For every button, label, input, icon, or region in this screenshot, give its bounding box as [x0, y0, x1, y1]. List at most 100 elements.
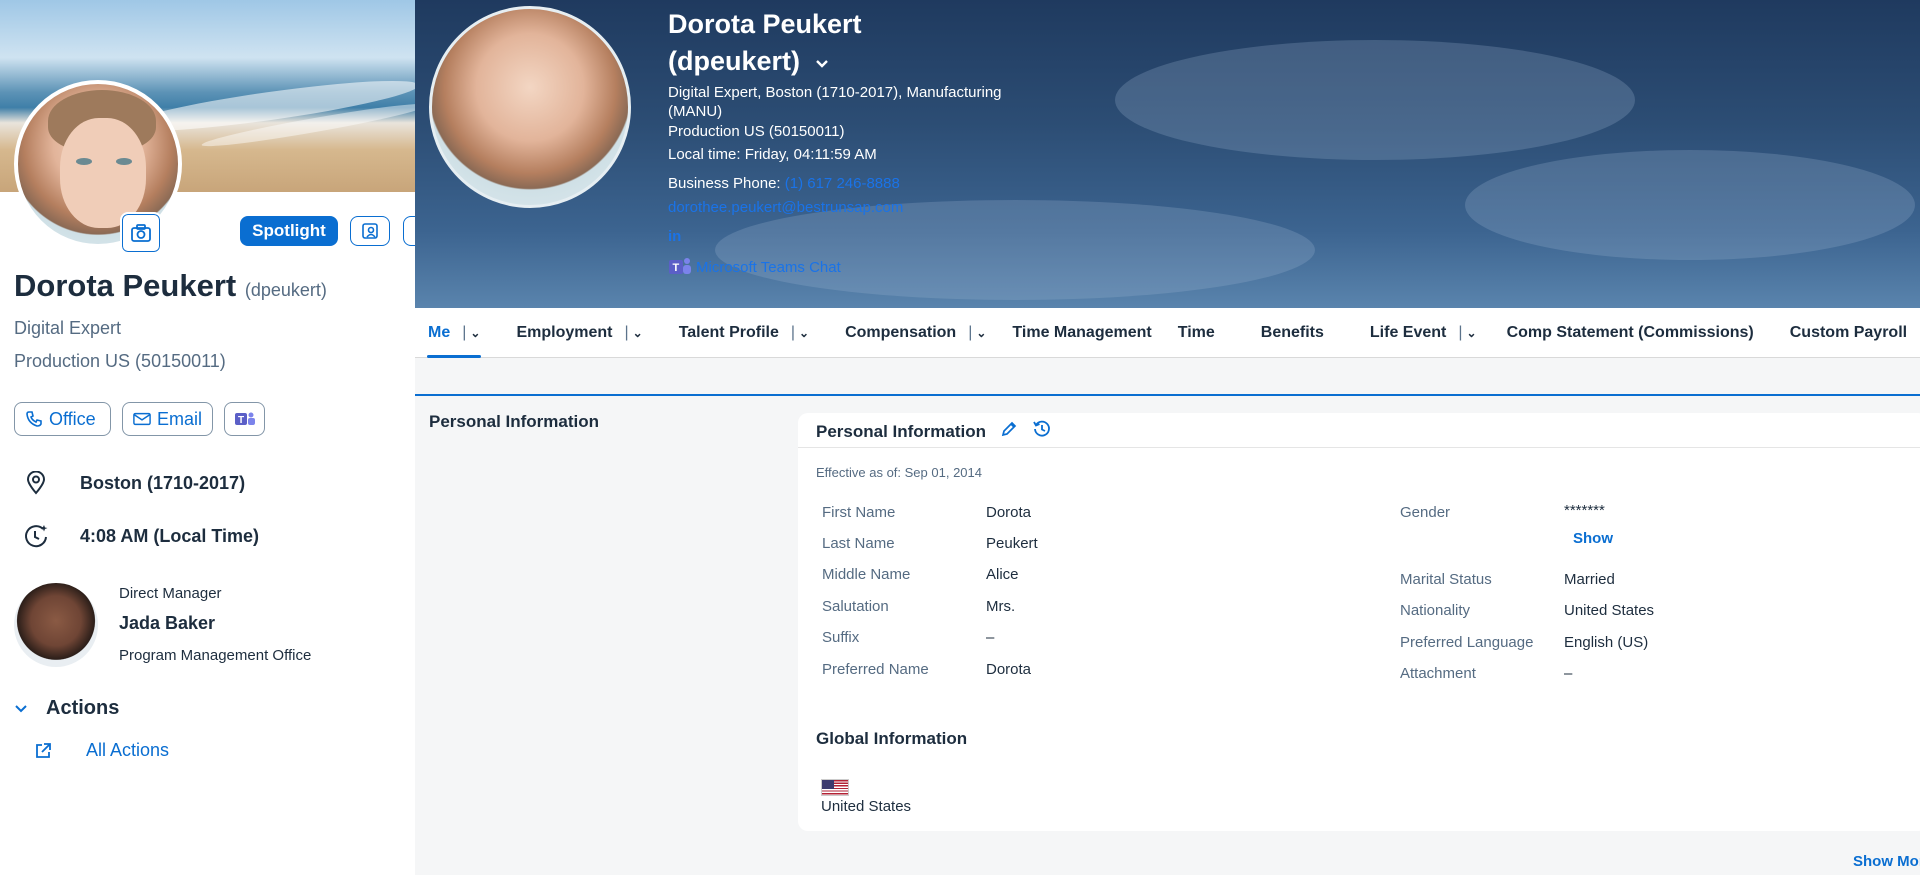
header-department: Production US (50150011)	[668, 123, 845, 140]
tab-compensation[interactable]: Compensation | ⌄	[832, 308, 999, 358]
show-more-link[interactable]: Show More	[1853, 853, 1920, 870]
us-flag-icon	[821, 779, 849, 796]
pencil-icon	[1001, 421, 1017, 437]
tab-comp-statement[interactable]: Comp Statement (Commissions)	[1494, 308, 1767, 358]
section-nav-personal-info[interactable]: Personal Information	[429, 412, 599, 432]
field-label: First Name	[822, 504, 896, 521]
office-label: Office	[49, 408, 96, 429]
teams-chat-label: Microsoft Teams Chat	[696, 258, 841, 276]
chevron-down-icon	[15, 704, 27, 712]
field-label: Nationality	[1400, 602, 1471, 619]
chevron-down-icon[interactable]: ⌄	[976, 326, 986, 340]
clock-icon	[25, 525, 48, 548]
history-icon	[1033, 420, 1050, 437]
org-chart-button[interactable]	[350, 216, 390, 246]
tab-separator: |	[462, 323, 467, 341]
profile-title: Digital Expert	[14, 318, 122, 338]
svg-text:T: T	[673, 262, 680, 274]
tab-benefits[interactable]: Benefits	[1248, 308, 1337, 358]
field-label: Middle Name	[822, 566, 911, 583]
card-header: Personal Information	[816, 419, 1052, 444]
manager-avatar[interactable]	[14, 583, 98, 667]
effective-date: Effective as of: Sep 01, 2014	[816, 465, 982, 480]
profile-name-text: Dorota Peukert	[14, 268, 237, 303]
actions-toggle[interactable]: Actions	[14, 697, 119, 720]
tab-separator: |	[968, 323, 973, 341]
field-label: Marital Status	[1400, 571, 1492, 588]
email-link[interactable]: dorothee.peukert@bestrunsap.com	[668, 199, 903, 216]
card-divider	[798, 447, 1920, 448]
tab-me[interactable]: Me | ⌄	[415, 308, 493, 358]
more-button[interactable]	[403, 216, 415, 246]
gender-label: Gender	[1400, 504, 1451, 521]
teams-icon: T	[669, 258, 691, 274]
chevron-down-icon[interactable]: ⌄	[799, 326, 809, 340]
tab-custom-payroll[interactable]: Custom Payroll	[1777, 308, 1920, 358]
profile-username: (dpeukert)	[244, 280, 327, 300]
header-subtitle-1: Digital Expert, Boston (1710-2017), Manu…	[668, 84, 1002, 101]
tab-label: Time	[1177, 323, 1215, 341]
office-call-button[interactable]: Office	[14, 402, 111, 436]
field-label: Suffix	[822, 629, 860, 646]
manager-name[interactable]: Jada Baker	[119, 613, 215, 634]
email-button[interactable]: Email	[122, 402, 213, 436]
header-name: Dorota Peukert (dpeukert)	[668, 6, 862, 80]
header-avatar	[429, 6, 631, 208]
linkedin-link[interactable]: in	[668, 228, 681, 245]
tab-label: Life Event	[1369, 323, 1447, 341]
tab-talent-profile[interactable]: Talent Profile | ⌄	[666, 308, 822, 358]
tab-time[interactable]: Time	[1165, 308, 1228, 358]
header-name-line2[interactable]: (dpeukert)	[668, 43, 862, 80]
local-time-row: 4:08 AM (Local Time)	[22, 522, 259, 550]
tab-label: Time Management	[1012, 323, 1152, 341]
change-photo-button[interactable]	[120, 212, 162, 254]
location-pin-icon	[26, 471, 46, 495]
location-text: Boston (1710-2017)	[80, 472, 246, 493]
tab-label: Talent Profile	[678, 323, 779, 341]
manager-label: Direct Manager	[119, 585, 222, 602]
country-name: United States	[821, 798, 912, 815]
mail-icon	[133, 412, 151, 426]
chevron-down-icon[interactable]: ⌄	[470, 326, 480, 340]
chevron-down-icon[interactable]: ⌄	[633, 326, 643, 340]
field-label: Preferred Name	[822, 661, 929, 678]
phone-link[interactable]: (1) 617 246-8888	[785, 175, 900, 192]
field-value: –	[986, 629, 995, 646]
spotlight-button[interactable]: Spotlight	[240, 216, 338, 246]
profile-panel: Spotlight Dorota Peukert (dpeukert) Digi…	[0, 0, 415, 875]
tab-label: Benefits	[1260, 323, 1324, 341]
show-gender-link[interactable]: Show	[1573, 530, 1613, 547]
field-label: Salutation	[822, 598, 889, 615]
tab-time-management[interactable]: Time Management	[999, 308, 1164, 358]
profile-name: Dorota Peukert (dpeukert)	[14, 268, 327, 304]
teams-button[interactable]: T	[224, 402, 265, 436]
field-value: United States	[1564, 602, 1655, 619]
profile-department: Production US (50150011)	[14, 351, 226, 371]
header-subtitle-2: (MANU)	[668, 103, 723, 120]
tab-employment[interactable]: Employment | ⌄	[503, 308, 655, 358]
tab-life-event[interactable]: Life Event | ⌄	[1357, 308, 1490, 358]
field-value: English (US)	[1564, 634, 1649, 651]
field-label: Preferred Language	[1400, 634, 1534, 651]
gender-value: *******	[1564, 502, 1605, 519]
field-value: Dorota	[986, 504, 1032, 521]
all-actions-link[interactable]: All Actions	[34, 740, 169, 761]
location-row: Boston (1710-2017)	[22, 469, 245, 497]
contact-card-icon	[362, 223, 378, 239]
field-value: Mrs.	[986, 598, 1016, 615]
field-label: Attachment	[1400, 665, 1476, 682]
header-username: (dpeukert)	[668, 46, 801, 76]
teams-chat-link[interactable]: T Microsoft Teams Chat	[668, 256, 841, 278]
tab-label: Custom Payroll	[1789, 323, 1908, 341]
field-value: Peukert	[986, 535, 1038, 552]
chevron-down-icon[interactable]: ⌄	[1467, 326, 1477, 340]
field-value: Married	[1564, 571, 1615, 588]
chevron-down-icon	[815, 60, 828, 68]
history-button[interactable]	[1032, 419, 1052, 444]
local-time-text: 4:08 AM (Local Time)	[80, 525, 260, 546]
edit-button[interactable]	[1000, 420, 1018, 443]
header-name-line1: Dorota Peukert	[668, 9, 862, 39]
field-value: Dorota	[986, 661, 1032, 678]
profile-header: Dorota Peukert (dpeukert) Digital Expert…	[415, 0, 1920, 308]
section-indicator-line	[415, 394, 1920, 396]
